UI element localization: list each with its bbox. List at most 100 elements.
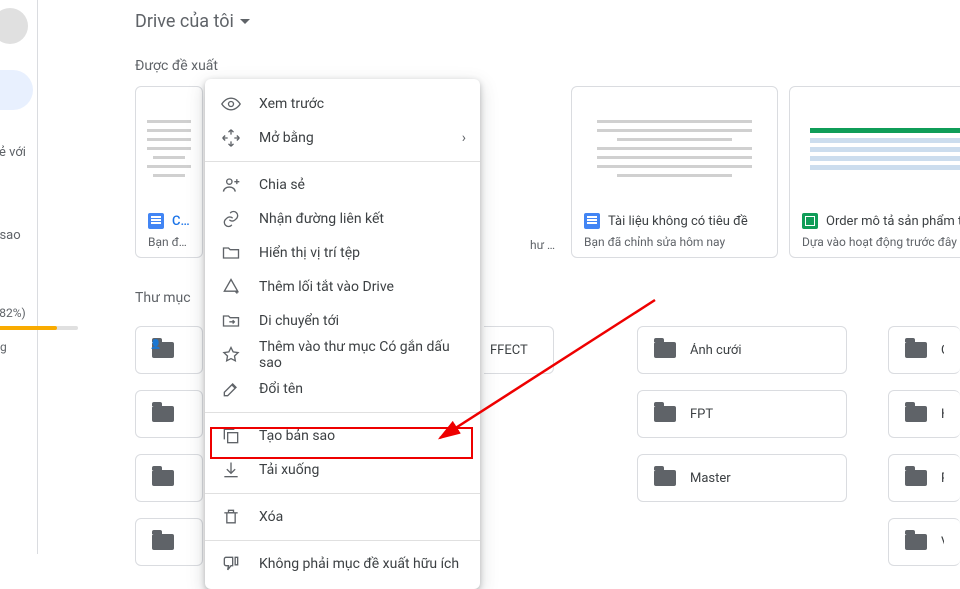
folder-label: Ảnh cưới: [690, 343, 742, 358]
card-title: Order mô tả sản phẩm t…: [826, 214, 960, 229]
folder-label: Came: [941, 343, 944, 358]
person-add-icon: [221, 175, 241, 195]
open-with-icon: [221, 128, 241, 148]
menu-not-helpful[interactable]: Không phải mục đề xuất hữu ích: [205, 547, 480, 581]
folder-label: Vi: [941, 535, 944, 550]
suggested-card[interactable]: Tài liệu không có tiêu đề Bạn đã chỉnh s…: [571, 86, 778, 258]
menu-label: Hiển thị vị trí tệp: [259, 245, 360, 261]
storage-used-label: ã dùng 82%): [0, 306, 26, 320]
rename-icon: [221, 379, 241, 399]
copy-icon: [221, 426, 241, 446]
folder-item[interactable]: Master: [637, 454, 847, 502]
folder-item[interactable]: FFECT: [484, 326, 554, 374]
sheets-icon: [802, 213, 818, 229]
menu-add-shortcut[interactable]: Thêm lối tắt vào Drive: [205, 270, 480, 304]
menu-label: Thêm vào thư mục Có gắn dấu sao: [259, 339, 464, 371]
menu-label: Mở bằng: [259, 130, 314, 146]
card-title: Tài liệu không có tiêu đề: [608, 214, 748, 229]
folder-item[interactable]: Ảnh cưới: [637, 326, 847, 374]
section-suggested-label: Được đề xuất: [135, 58, 218, 74]
suggested-card[interactable]: Chuy Bạn đã mỏ: [135, 86, 203, 258]
context-menu: Xem trước Mở bằng › Chia sẻ Nhận đường l…: [205, 79, 480, 589]
folder-label: FPT: [690, 407, 713, 422]
menu-make-copy[interactable]: Tạo bản sao: [205, 419, 480, 453]
menu-preview[interactable]: Xem trước: [205, 87, 480, 121]
menu-label: Đổi tên: [259, 381, 303, 397]
sidebar-item-mydrive[interactable]: tôi: [0, 70, 33, 110]
menu-share[interactable]: Chia sẻ: [205, 168, 480, 202]
sidebar: tôi a sẻ với tôi ấu sao ã dùng 82%) GB t…: [0, 0, 38, 554]
menu-get-link[interactable]: Nhận đường liên kết: [205, 202, 480, 236]
suggested-card[interactable]: Order mô tả sản phẩm t… Dựa vào hoạt độn…: [789, 86, 960, 258]
link-icon: [221, 209, 241, 229]
folder-icon: [905, 342, 927, 358]
folder-icon: [152, 470, 174, 486]
folder-icon: [905, 534, 927, 550]
menu-label: Thêm lối tắt vào Drive: [259, 279, 394, 295]
menu-label: Xóa: [259, 509, 283, 525]
folder-item[interactable]: Phần: [888, 454, 960, 502]
card-subtitle: Dựa vào hoạt động trước đây: [790, 233, 960, 257]
menu-label: Nhận đường liên kết: [259, 211, 384, 227]
folder-icon: [654, 406, 676, 422]
folder-label: Master: [690, 471, 731, 486]
breadcrumb[interactable]: Drive của tôi: [135, 6, 250, 36]
folder-icon: [152, 406, 174, 422]
menu-delete[interactable]: Xóa: [205, 500, 480, 534]
docs-icon: [148, 213, 164, 229]
folder-item[interactable]: C…: [135, 390, 203, 438]
card-subtitle: Bạn đã mỏ: [136, 233, 202, 257]
chevron-right-icon: ›: [462, 130, 466, 146]
thumbnail: [796, 93, 960, 203]
menu-separator: [205, 412, 480, 413]
eye-icon: [221, 94, 241, 114]
menu-separator: [205, 493, 480, 494]
menu-separator: [205, 540, 480, 541]
drive-shortcut-icon: [221, 277, 241, 297]
menu-label: Chia sẻ: [259, 177, 305, 193]
menu-add-starred[interactable]: Thêm vào thư mục Có gắn dấu sao: [205, 338, 480, 372]
sidebar-item-shared[interactable]: a sẻ với tôi: [0, 140, 33, 180]
storage-bar: [0, 326, 78, 330]
storage-total-label: GB trong: [0, 340, 7, 354]
sidebar-item-label: ấu sao: [0, 228, 21, 243]
sidebar-item-label: a sẻ với tôi: [0, 145, 33, 175]
sidebar-item-starred[interactable]: ấu sao: [0, 215, 33, 255]
folder-item[interactable]: [135, 518, 203, 566]
breadcrumb-label: Drive của tôi: [135, 11, 234, 32]
folder-icon: [905, 470, 927, 486]
folder-icon: [152, 342, 174, 358]
folder-icon: [221, 243, 241, 263]
docs-icon: [584, 213, 600, 229]
menu-label: Tạo bản sao: [259, 428, 335, 444]
card-subtitle: hư …: [530, 238, 555, 252]
menu-show-location[interactable]: Hiển thị vị trí tệp: [205, 236, 480, 270]
thumb-down-icon: [221, 554, 241, 574]
move-to-icon: [221, 311, 241, 331]
star-icon: [221, 345, 241, 365]
folder-item[interactable]: Vi: [888, 518, 960, 566]
menu-separator: [205, 161, 480, 162]
folder-label: Phần: [941, 471, 944, 486]
folder-item[interactable]: Came: [888, 326, 960, 374]
folder-item[interactable]: FPT: [637, 390, 847, 438]
folder-label: FFECT: [490, 343, 528, 358]
thumbnail: [142, 93, 196, 203]
menu-label: Xem trước: [259, 96, 324, 112]
menu-label: Không phải mục đề xuất hữu ích: [259, 556, 459, 572]
menu-label: Tải xuống: [259, 462, 319, 478]
trash-icon: [221, 507, 241, 527]
folder-icon: [654, 470, 676, 486]
section-folders-label: Thư mục: [135, 290, 191, 306]
folder-item[interactable]: Hack: [888, 390, 960, 438]
folder-item[interactable]: H…: [135, 454, 203, 502]
folder-icon: [905, 406, 927, 422]
menu-open-with[interactable]: Mở bằng ›: [205, 121, 480, 155]
folder-label: Hack: [941, 407, 944, 422]
menu-download[interactable]: Tải xuống: [205, 453, 480, 487]
menu-move-to[interactable]: Di chuyển tới: [205, 304, 480, 338]
thumbnail: [578, 93, 771, 203]
folder-item[interactable]: A…: [135, 326, 203, 374]
menu-rename[interactable]: Đổi tên: [205, 372, 480, 406]
avatar[interactable]: [0, 8, 28, 44]
